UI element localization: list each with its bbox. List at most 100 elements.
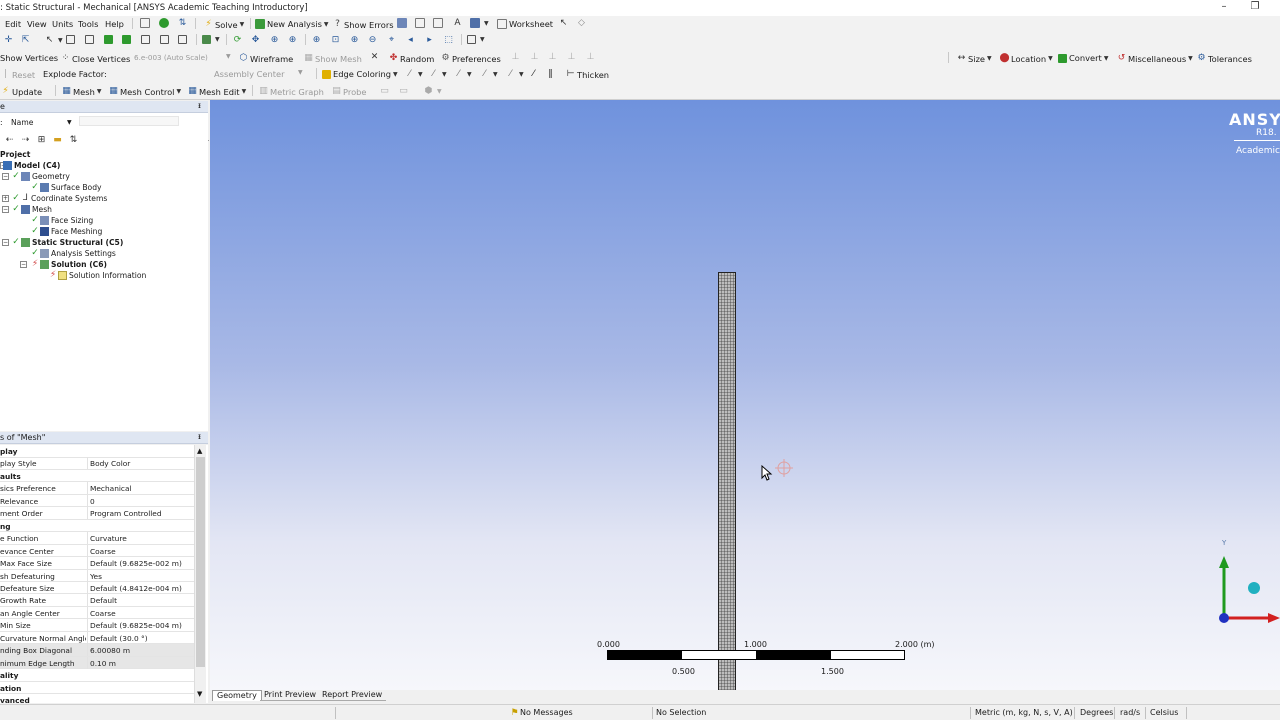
details-scrollbar[interactable]: ▲ ▼: [194, 445, 206, 703]
meshed-column[interactable]: [718, 272, 736, 690]
property-value[interactable]: Coarse: [90, 609, 116, 618]
worksheet-button[interactable]: Worksheet: [497, 19, 553, 29]
mesh-edit-button[interactable]: ▦ Mesh Edit ▼: [187, 86, 246, 97]
menu-units[interactable]: Units: [52, 19, 73, 29]
mesh-button[interactable]: ▦ Mesh ▼: [61, 86, 101, 97]
edge-tool-3-icon[interactable]: ⊥: [547, 52, 559, 63]
details-property-row[interactable]: Min Size Default (9.6825e-004 m): [0, 619, 194, 632]
tab-report-preview[interactable]: Report Preview: [318, 690, 387, 701]
tree-node-face-meshing[interactable]: ✓ Face Meshing: [31, 226, 102, 237]
zoom-icon[interactable]: ⊕: [269, 35, 281, 46]
property-value[interactable]: Body Color: [90, 459, 130, 468]
menu-help[interactable]: Help: [105, 19, 124, 29]
select-icon[interactable]: [140, 18, 152, 28]
edge-style-1-icon[interactable]: ⁄ ▼: [404, 69, 423, 80]
miscellaneous-button[interactable]: ↺ Miscellaneous ▼: [1116, 53, 1193, 64]
tree-toolbar-icon-2[interactable]: ⇢: [20, 135, 32, 146]
zoom-box-icon[interactable]: ⊡: [330, 35, 342, 46]
property-value[interactable]: Coarse: [90, 547, 116, 556]
tab-print-preview[interactable]: Print Preview: [260, 690, 321, 701]
isometric-view-icon[interactable]: ⬚: [443, 35, 455, 46]
select-edge-icon[interactable]: [85, 35, 96, 44]
extend-selection-icon[interactable]: ▼: [202, 35, 220, 44]
tree-node-project[interactable]: Project: [0, 149, 30, 160]
show-errors-button[interactable]: ? Show Errors: [332, 19, 393, 30]
viewport-layout-icon[interactable]: ▼: [467, 35, 485, 44]
details-property-row[interactable]: sics Preference Mechanical: [0, 482, 194, 495]
scroll-thumb[interactable]: [196, 457, 205, 667]
annotation-icon[interactable]: A: [452, 18, 464, 29]
folder-icon[interactable]: ▬: [52, 135, 64, 146]
details-property-row[interactable]: ment Order Program Controlled: [0, 507, 194, 520]
edge-tool-5-icon[interactable]: ⊥: [585, 52, 597, 63]
edge-direction-icon[interactable]: ✕: [369, 52, 381, 63]
tree-node-solution-information[interactable]: ⚡ Solution Information: [49, 270, 146, 281]
details-property-row[interactable]: e Function Curvature: [0, 532, 194, 545]
details-category-row[interactable]: play: [0, 445, 194, 458]
pointer-select-icon[interactable]: ↖ ▼: [44, 35, 63, 46]
probe-icon[interactable]: [397, 18, 409, 28]
details-property-row[interactable]: Defeature Size Default (4.8412e-004 m): [0, 581, 194, 595]
details-property-row[interactable]: sh Defeaturing Yes: [0, 569, 194, 582]
property-value[interactable]: Default: [90, 596, 117, 605]
details-property-row[interactable]: Growth Rate Default: [0, 594, 194, 607]
thicken-button[interactable]: ⊢ Thicken: [565, 69, 610, 80]
zoom-fit-icon[interactable]: ⊕: [311, 35, 323, 46]
details-property-row[interactable]: nding Box Diagonal 6.00080 m: [0, 644, 194, 657]
property-value[interactable]: Curvature: [90, 534, 127, 543]
edge-style-6-icon[interactable]: ⁄: [528, 69, 540, 80]
filter-search-input[interactable]: [79, 116, 179, 126]
preferences-button[interactable]: ⚙ Preferences: [440, 53, 500, 64]
filter-dropdown-icon[interactable]: ▼: [67, 119, 72, 126]
scroll-up-icon[interactable]: ▲: [197, 447, 202, 455]
graphics-viewport[interactable]: ANSYS R18. Academic 0.000 1.000 2.000 (m…: [210, 100, 1280, 690]
tree-node-model[interactable]: Model (C4): [3, 160, 60, 171]
select-node-icon[interactable]: [141, 35, 152, 44]
assembly-center-select[interactable]: Assembly Center: [214, 69, 285, 79]
select-face-icon[interactable]: [104, 35, 115, 44]
scroll-down-icon[interactable]: ▼: [197, 690, 202, 698]
metric-graph-button[interactable]: ▥ Metric Graph: [258, 86, 324, 97]
tree-node-analysis-settings[interactable]: ✓ Analysis Settings: [31, 248, 116, 259]
update-button[interactable]: ⚡ Update: [0, 86, 42, 97]
edge-style-3-icon[interactable]: ⁄ ▼: [453, 69, 472, 80]
show-mesh-button[interactable]: ▦ Show Mesh: [303, 53, 362, 64]
expand-all-icon[interactable]: ⊞: [36, 135, 48, 146]
random-colors-button[interactable]: ✤ Random: [388, 53, 435, 64]
edge-style-4-icon[interactable]: ⁄ ▼: [479, 69, 498, 80]
edge-style-5-icon[interactable]: ⁄ ▼: [505, 69, 524, 80]
size-button[interactable]: ↔ Size ▼: [956, 53, 992, 64]
expand-coordinate-systems-toggle[interactable]: +: [2, 195, 9, 202]
box-zoom-icon[interactable]: ⊕: [287, 35, 299, 46]
tree-node-coordinate-systems[interactable]: ✓ ⅃ Coordinate Systems: [12, 193, 107, 204]
tab-geometry[interactable]: Geometry: [212, 690, 262, 701]
filter-name-select[interactable]: Name: [11, 118, 33, 127]
minimize-button[interactable]: –: [1217, 1, 1231, 13]
zoom-in-icon[interactable]: ⊕: [349, 35, 361, 46]
select-mode-icon[interactable]: ✛: [3, 35, 15, 46]
property-value[interactable]: Mechanical: [90, 484, 132, 493]
tree-node-mesh[interactable]: ✓ Mesh: [12, 204, 52, 215]
select-vertex-icon[interactable]: [66, 35, 77, 44]
show-vertices-button[interactable]: Show Vertices: [0, 53, 58, 63]
probe-button[interactable]: ▤ Probe: [331, 86, 366, 97]
property-value[interactable]: Default (30.0 °): [90, 634, 148, 643]
edge-tool-1-icon[interactable]: ⊥: [510, 52, 522, 63]
convert-button[interactable]: Convert ▼: [1058, 53, 1108, 63]
tree-node-face-sizing[interactable]: ✓ Face Sizing: [31, 215, 93, 226]
edge-coloring-button[interactable]: Edge Coloring ▼: [322, 69, 398, 79]
collapse-mesh-toggle[interactable]: −: [2, 206, 9, 213]
select-element-icon[interactable]: [160, 35, 171, 44]
collapse-solution-toggle[interactable]: −: [20, 261, 27, 268]
edge-style-2-icon[interactable]: ⁄ ▼: [428, 69, 447, 80]
details-property-row[interactable]: Curvature Normal Angle Default (30.0 °): [0, 631, 194, 645]
zoom-out-icon[interactable]: ⊖: [367, 35, 379, 46]
property-value[interactable]: Yes: [90, 572, 102, 581]
tree-node-solution[interactable]: ⚡ Solution (C6): [31, 259, 107, 270]
details-property-row[interactable]: Max Face Size Default (9.6825e-002 m): [0, 557, 194, 570]
report-icon[interactable]: [433, 18, 445, 28]
property-value[interactable]: 6.00080 m: [90, 646, 130, 655]
details-property-row[interactable]: evance Center Coarse: [0, 544, 194, 558]
previous-view-icon[interactable]: ◂: [405, 35, 417, 46]
pin-icon[interactable]: ᵻ: [198, 432, 201, 441]
